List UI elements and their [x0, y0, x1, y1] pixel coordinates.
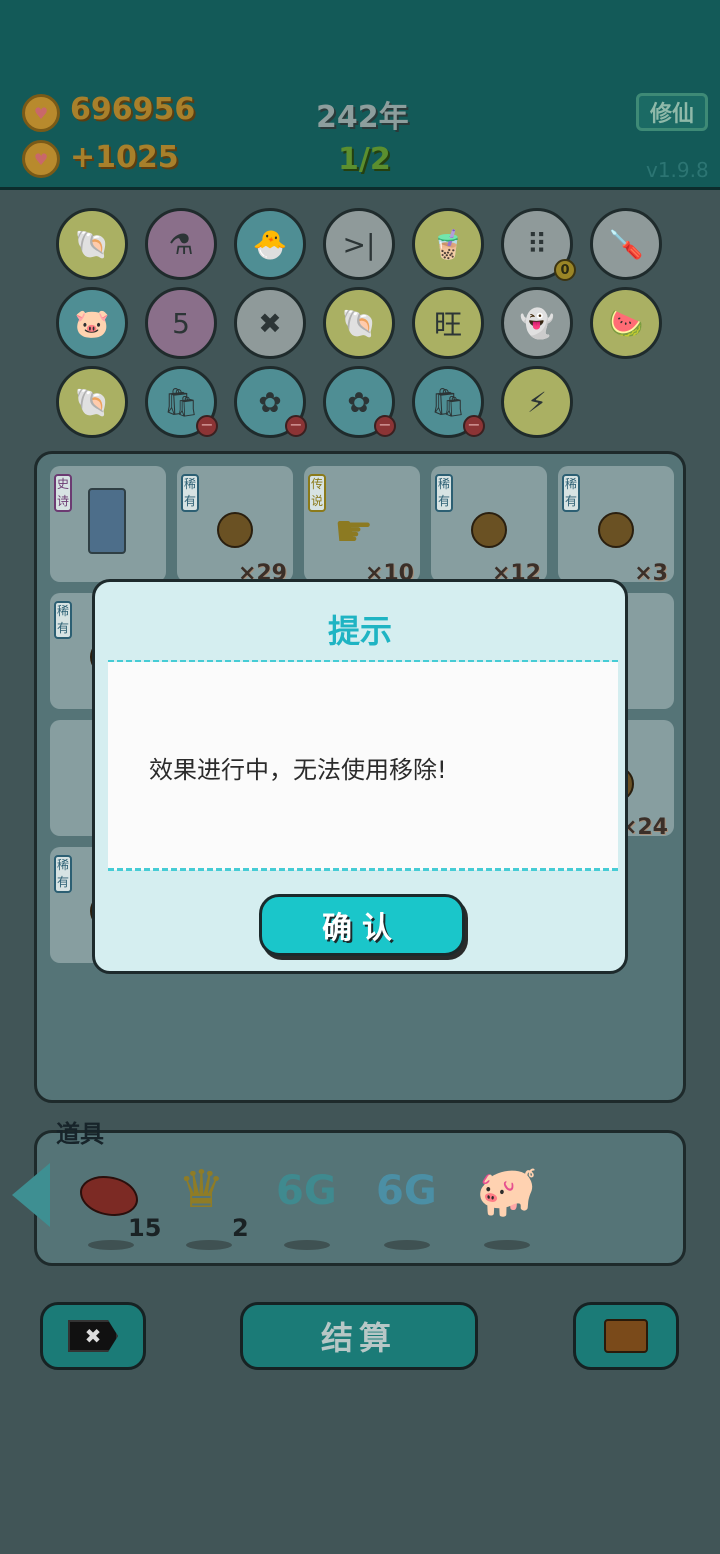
- flower-pot-icon[interactable]: ✿ −: [323, 366, 396, 438]
- graphics-card-icon: [88, 488, 126, 554]
- tool-count: 15: [128, 1214, 162, 1242]
- item-card[interactable]: 史诗: [50, 466, 166, 582]
- item-card[interactable]: 传说 ☛ ×10: [304, 466, 420, 586]
- rarity-tag: 稀有: [54, 855, 72, 893]
- dialog-divider-bottom: [108, 868, 618, 871]
- calendar-icon[interactable]: 5: [145, 287, 217, 359]
- breast-pump-icon-glyph: ⚗: [168, 227, 194, 261]
- tool-shadow: [284, 1240, 330, 1250]
- remove-badge-icon[interactable]: −: [374, 415, 396, 437]
- piggy-bank-icon[interactable]: 🐖: [476, 1162, 538, 1221]
- dialog-message: 效果进行中，无法使用移除!: [149, 756, 447, 784]
- lightning-icon[interactable]: ⚡: [501, 366, 573, 438]
- wang-tiles-icon-glyph: 旺: [433, 308, 462, 341]
- rarity-tag: 传说: [308, 474, 326, 512]
- orange-icon: [217, 512, 253, 548]
- coin-icon: ♥: [22, 140, 60, 178]
- skip-icon-glyph: >|: [342, 227, 376, 261]
- remove-badge-icon[interactable]: −: [196, 415, 218, 437]
- delete-tag-icon-glyph: ✖: [258, 306, 282, 340]
- calendar-icon-glyph: 5: [172, 306, 190, 340]
- briefcase-button[interactable]: [573, 1302, 679, 1370]
- pointing-hand-icon: ☛: [334, 506, 374, 557]
- 6g-icon[interactable]: 6G: [376, 1168, 437, 1214]
- coin-total: 696956: [70, 92, 196, 127]
- rarity-tag: 稀有: [54, 601, 72, 639]
- bag-icon[interactable]: 🛍 −: [145, 366, 218, 438]
- orange-icon: [598, 512, 634, 548]
- wang-tiles-icon[interactable]: 旺: [412, 287, 484, 359]
- stage-progress: 1/2: [338, 142, 391, 177]
- bag-icon-glyph: 🛍: [430, 385, 466, 419]
- tool-count: 2: [232, 1214, 249, 1242]
- flower-pot-icon-glyph: ✿: [258, 385, 282, 419]
- screwdriver-icon[interactable]: 🪛: [590, 208, 662, 280]
- tool-shadow: [186, 1240, 232, 1250]
- shell-icon[interactable]: 🐚: [56, 366, 128, 438]
- delete-tag-icon: ✖: [68, 1320, 118, 1352]
- xiuxian-button[interactable]: 修仙: [636, 93, 708, 131]
- breast-pump-icon[interactable]: ⚗: [145, 208, 217, 280]
- shell-icon-glyph: 🐚: [74, 227, 110, 261]
- item-card[interactable]: 稀有 ×29: [177, 466, 293, 586]
- egg-tray-icon[interactable]: ⠿ 0: [501, 208, 576, 281]
- rarity-tag: 稀有: [435, 474, 453, 512]
- ghost-icon-glyph: 👻: [519, 306, 555, 340]
- top-header: ♥ 696956 ♥ +1025 242年 1/2 修仙 v1.9.8: [0, 0, 720, 190]
- orange-icon: [471, 512, 507, 548]
- version-label: v1.9.8: [646, 158, 709, 182]
- remove-badge-icon[interactable]: −: [285, 415, 307, 437]
- bag-icon[interactable]: 🛍 −: [412, 366, 485, 438]
- lightning-icon-glyph: ⚡: [527, 385, 547, 419]
- dialog-title: 提示: [327, 612, 392, 650]
- chick-egg-icon-glyph: 🐣: [252, 227, 288, 261]
- rarity-tag: 稀有: [562, 474, 580, 512]
- settle-button[interactable]: 结算: [240, 1302, 478, 1370]
- shell-icon-glyph: 🐚: [341, 306, 377, 340]
- delete-tag-icon[interactable]: ✖: [234, 287, 306, 359]
- 6g-icon[interactable]: 6G: [276, 1168, 337, 1214]
- bubble-tea-icon[interactable]: 🧋: [412, 208, 484, 280]
- piggy-bank-icon[interactable]: 🐷: [56, 287, 128, 359]
- remove-button[interactable]: ✖: [40, 1302, 146, 1370]
- crown-icon[interactable]: ♛: [178, 1160, 225, 1220]
- shell-icon[interactable]: 🐚: [56, 208, 128, 280]
- fruit-basket-icon[interactable]: 🍉: [590, 287, 662, 359]
- rarity-tag: 史诗: [54, 474, 72, 512]
- shell-icon-glyph: 🐚: [74, 385, 110, 419]
- confirm-label: 确认: [322, 911, 402, 946]
- bag-icon-glyph: 🛍: [163, 385, 199, 419]
- fruit-basket-icon-glyph: 🍉: [608, 306, 644, 340]
- ghost-icon[interactable]: 👻: [501, 287, 573, 359]
- chick-egg-icon[interactable]: 🐣: [234, 208, 306, 280]
- confirm-button[interactable]: 确认: [259, 894, 465, 956]
- year-counter: 242年: [316, 100, 409, 135]
- rarity-tag: 稀有: [181, 474, 199, 512]
- flower-pot-icon[interactable]: ✿ −: [234, 366, 307, 438]
- shell-icon[interactable]: 🐚: [323, 287, 395, 359]
- tool-shadow: [384, 1240, 430, 1250]
- tools-prev-arrow-icon[interactable]: [12, 1163, 50, 1227]
- item-card[interactable]: 稀有 ×3: [558, 466, 674, 586]
- bubble-tea-icon-glyph: 🧋: [430, 227, 466, 261]
- item-card[interactable]: 稀有 ×12: [431, 466, 547, 586]
- hint-dialog: 提示 效果进行中，无法使用移除! 确认: [92, 579, 628, 974]
- piggy-bank-icon-glyph: 🐷: [74, 306, 110, 340]
- briefcase-icon: [604, 1319, 648, 1353]
- skip-icon[interactable]: >|: [323, 208, 395, 280]
- coin-income: +1025: [70, 140, 179, 175]
- settle-label: 结算: [320, 1319, 397, 1357]
- flower-pot-icon-glyph: ✿: [347, 385, 371, 419]
- card-count: ×3: [634, 561, 668, 586]
- coin-icon: ♥: [22, 94, 60, 132]
- tool-shadow: [484, 1240, 530, 1250]
- slot-count-badge: 0: [554, 259, 576, 281]
- screwdriver-icon-glyph: 🪛: [608, 227, 644, 261]
- remove-badge-icon[interactable]: −: [463, 415, 485, 437]
- egg-tray-icon-glyph: ⠿: [526, 227, 548, 261]
- tools-label: 道具: [56, 1120, 104, 1148]
